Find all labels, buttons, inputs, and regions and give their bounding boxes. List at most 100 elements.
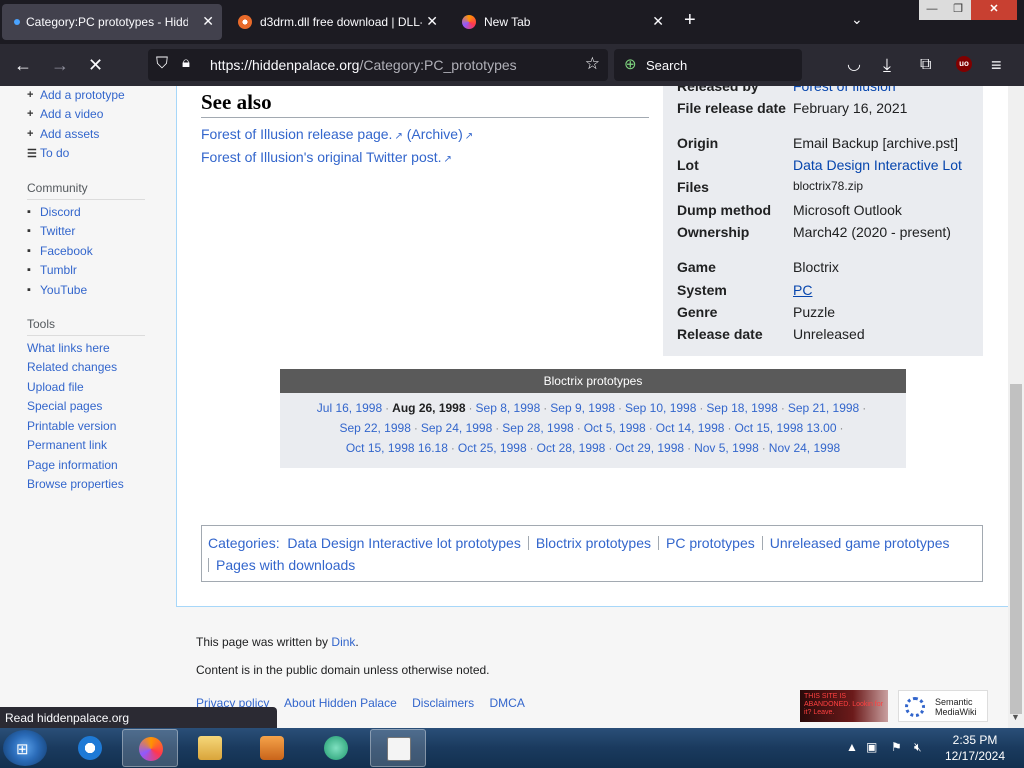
categories-label-link[interactable]: Categories: (208, 535, 280, 551)
sidebar-link[interactable]: Browse properties (27, 477, 124, 491)
url-text[interactable]: https://hiddenpalace.org/Category:PC_pro… (210, 57, 517, 73)
taskbar-notepad[interactable] (370, 729, 426, 767)
prototype-date-link[interactable]: Oct 5, 1998 (584, 421, 646, 435)
maximize-window-icon[interactable]: ❐ (945, 0, 971, 20)
semantic-mediawiki-badge[interactable]: Semantic MediaWiki (898, 690, 988, 722)
sidebar-link[interactable]: Tumblr (40, 263, 77, 277)
sidebar-link[interactable]: To do (40, 146, 69, 160)
sidebar-link[interactable]: Twitter (40, 224, 75, 238)
system-clock[interactable]: 2:35 PM 12/17/2024 (940, 732, 1010, 764)
infobox-value-link[interactable]: PC (793, 282, 812, 298)
category-link[interactable]: Bloctrix prototypes (536, 535, 651, 551)
sidebar-item-add-assets[interactable]: + Add assets (27, 124, 125, 144)
bookmark-star-icon[interactable]: ☆ (585, 54, 600, 74)
sidebar-link[interactable]: Permanent link (27, 438, 107, 452)
close-tab-icon[interactable]: ✕ (426, 13, 438, 30)
sidebar-link[interactable]: Facebook (40, 244, 93, 258)
prototype-date-link[interactable]: Sep 9, 1998 (550, 401, 615, 415)
prototype-date-link[interactable]: Oct 28, 1998 (537, 441, 606, 455)
sidebar-link[interactable]: Add a video (40, 107, 103, 121)
prototype-date-link[interactable]: Oct 25, 1998 (458, 441, 527, 455)
sidebar-item-to-do[interactable]: ☰ To do (27, 144, 125, 164)
prototype-date-link[interactable]: Sep 18, 1998 (706, 401, 777, 415)
sidebar-link[interactable]: What links here (27, 341, 110, 355)
show-hidden-icons-icon[interactable]: ▲ (846, 740, 858, 754)
sidebar-item-printable-version[interactable]: Printable version (27, 416, 124, 436)
start-button[interactable]: ⊞ (3, 730, 47, 766)
prototype-date-link[interactable]: Sep 10, 1998 (625, 401, 696, 415)
infobox-value-link[interactable]: Data Design Interactive Lot (793, 157, 962, 173)
sidebar-link[interactable]: Printable version (27, 419, 116, 433)
pocket-icon[interactable]: ◡ (847, 54, 861, 76)
volume-muted-icon[interactable]: 🔇︎ (914, 740, 922, 755)
archive-link[interactable]: (Archive) (407, 126, 463, 142)
sidebar-item-discord[interactable]: ▪ Discord (27, 202, 93, 222)
sidebar-item-add-video[interactable]: + Add a video (27, 105, 125, 125)
taskbar-file-explorer[interactable] (182, 729, 238, 767)
taskbar-firefox[interactable] (122, 729, 178, 767)
sidebar-item-tumblr[interactable]: ▪ Tumblr (27, 261, 93, 281)
prototype-date-link[interactable]: Oct 29, 1998 (615, 441, 684, 455)
hidden-palace-badge[interactable]: THIS SITE IS ABANDONED. Lookin for it? L… (800, 690, 888, 722)
twitter-post-link[interactable]: Forest of Illusion's original Twitter po… (201, 149, 442, 165)
sidebar-link[interactable]: YouTube (40, 283, 87, 297)
sidebar-link[interactable]: Add assets (40, 127, 99, 141)
network-icon[interactable]: ▣ (866, 740, 877, 754)
sidebar-link[interactable]: Discord (40, 205, 81, 219)
close-tab-icon[interactable]: ✕ (652, 13, 664, 30)
action-center-flag-icon[interactable]: ⚑ (891, 740, 902, 754)
minimize-window-icon[interactable]: — (919, 0, 945, 20)
prototype-date-link[interactable]: Nov 5, 1998 (694, 441, 759, 455)
ublock-origin-icon[interactable]: uo (956, 56, 972, 72)
prototype-date-link[interactable]: Jul 16, 1998 (317, 401, 382, 415)
sidebar-item-special-pages[interactable]: Special pages (27, 397, 124, 417)
infobox-value-link[interactable]: Forest of Illusion (793, 86, 896, 94)
sidebar-item-permanent-link[interactable]: Permanent link (27, 436, 124, 456)
prototype-date-link[interactable]: Sep 8, 1998 (476, 401, 541, 415)
back-arrow-icon[interactable]: ← (14, 54, 32, 76)
sidebar-item-related-changes[interactable]: Related changes (27, 358, 124, 378)
tracking-shield-icon[interactable]: ⛉ (156, 55, 168, 73)
close-tab-icon[interactable]: ✕ (202, 13, 214, 30)
address-bar[interactable]: ⛉ 🔒︎ https://hiddenpalace.org/Category:P… (148, 49, 608, 81)
prototype-date-link[interactable]: Oct 14, 1998 (656, 421, 725, 435)
prototype-date-link[interactable]: Sep 21, 1998 (788, 401, 859, 415)
dmca-link[interactable]: DMCA (489, 696, 524, 710)
sidebar-item-add-prototype[interactable]: + Add a prototype (27, 86, 125, 105)
tab-pc-prototypes[interactable]: Category:PC prototypes - Hidd ✕ (2, 4, 222, 40)
sidebar-link[interactable]: Related changes (27, 360, 117, 374)
category-link[interactable]: PC prototypes (666, 535, 755, 551)
sidebar-item-facebook[interactable]: ▪ Facebook (27, 241, 93, 261)
new-tab-plus-icon[interactable]: + (684, 9, 696, 32)
category-link[interactable]: Pages with downloads (216, 557, 355, 573)
scroll-down-arrow-icon[interactable]: ▼ (1011, 712, 1020, 722)
category-link[interactable]: Unreleased game prototypes (770, 535, 950, 551)
sidebar-link[interactable]: Add a prototype (40, 88, 125, 102)
sidebar-item-page-information[interactable]: Page information (27, 455, 124, 475)
scrollbar-thumb[interactable] (1010, 384, 1022, 714)
chevron-down-icon[interactable]: ⌄ (851, 11, 863, 28)
menu-hamburger-icon[interactable]: ≡ (991, 54, 1002, 76)
sidebar-link[interactable]: Upload file (27, 380, 84, 394)
tab-new-tab[interactable]: New Tab ✕ (450, 4, 672, 40)
sidebar-item-upload-file[interactable]: Upload file (27, 377, 124, 397)
prototype-date-link[interactable]: Nov 24, 1998 (769, 441, 840, 455)
sidebar-item-what-links-here[interactable]: What links here (27, 338, 124, 358)
page-scrollbar[interactable]: ▼ (1008, 86, 1024, 728)
sidebar-item-twitter[interactable]: ▪ Twitter (27, 222, 93, 242)
lock-icon[interactable]: 🔒︎ (182, 54, 190, 71)
disclaimers-link[interactable]: Disclaimers (412, 696, 474, 710)
current-prototype-date[interactable]: Aug 26, 1998 (392, 401, 465, 415)
sidebar-item-browse-properties[interactable]: Browse properties (27, 475, 124, 495)
taskbar-green-app[interactable] (308, 729, 364, 767)
prototype-date-link[interactable]: Sep 24, 1998 (421, 421, 492, 435)
prototype-date-link[interactable]: Sep 28, 1998 (502, 421, 573, 435)
prototype-date-link[interactable]: Sep 22, 1998 (339, 421, 410, 435)
prototype-date-link[interactable]: Oct 15, 1998 13.00 (734, 421, 836, 435)
downloads-icon[interactable]: ⤓ (883, 54, 891, 76)
search-bar[interactable]: ⊕ Search (614, 49, 802, 81)
forward-arrow-icon[interactable]: → (51, 54, 69, 76)
category-link[interactable]: Data Design Interactive lot prototypes (287, 535, 520, 551)
taskbar-internet-explorer[interactable] (62, 729, 118, 767)
extensions-icon[interactable]: ⧉ (920, 54, 931, 76)
